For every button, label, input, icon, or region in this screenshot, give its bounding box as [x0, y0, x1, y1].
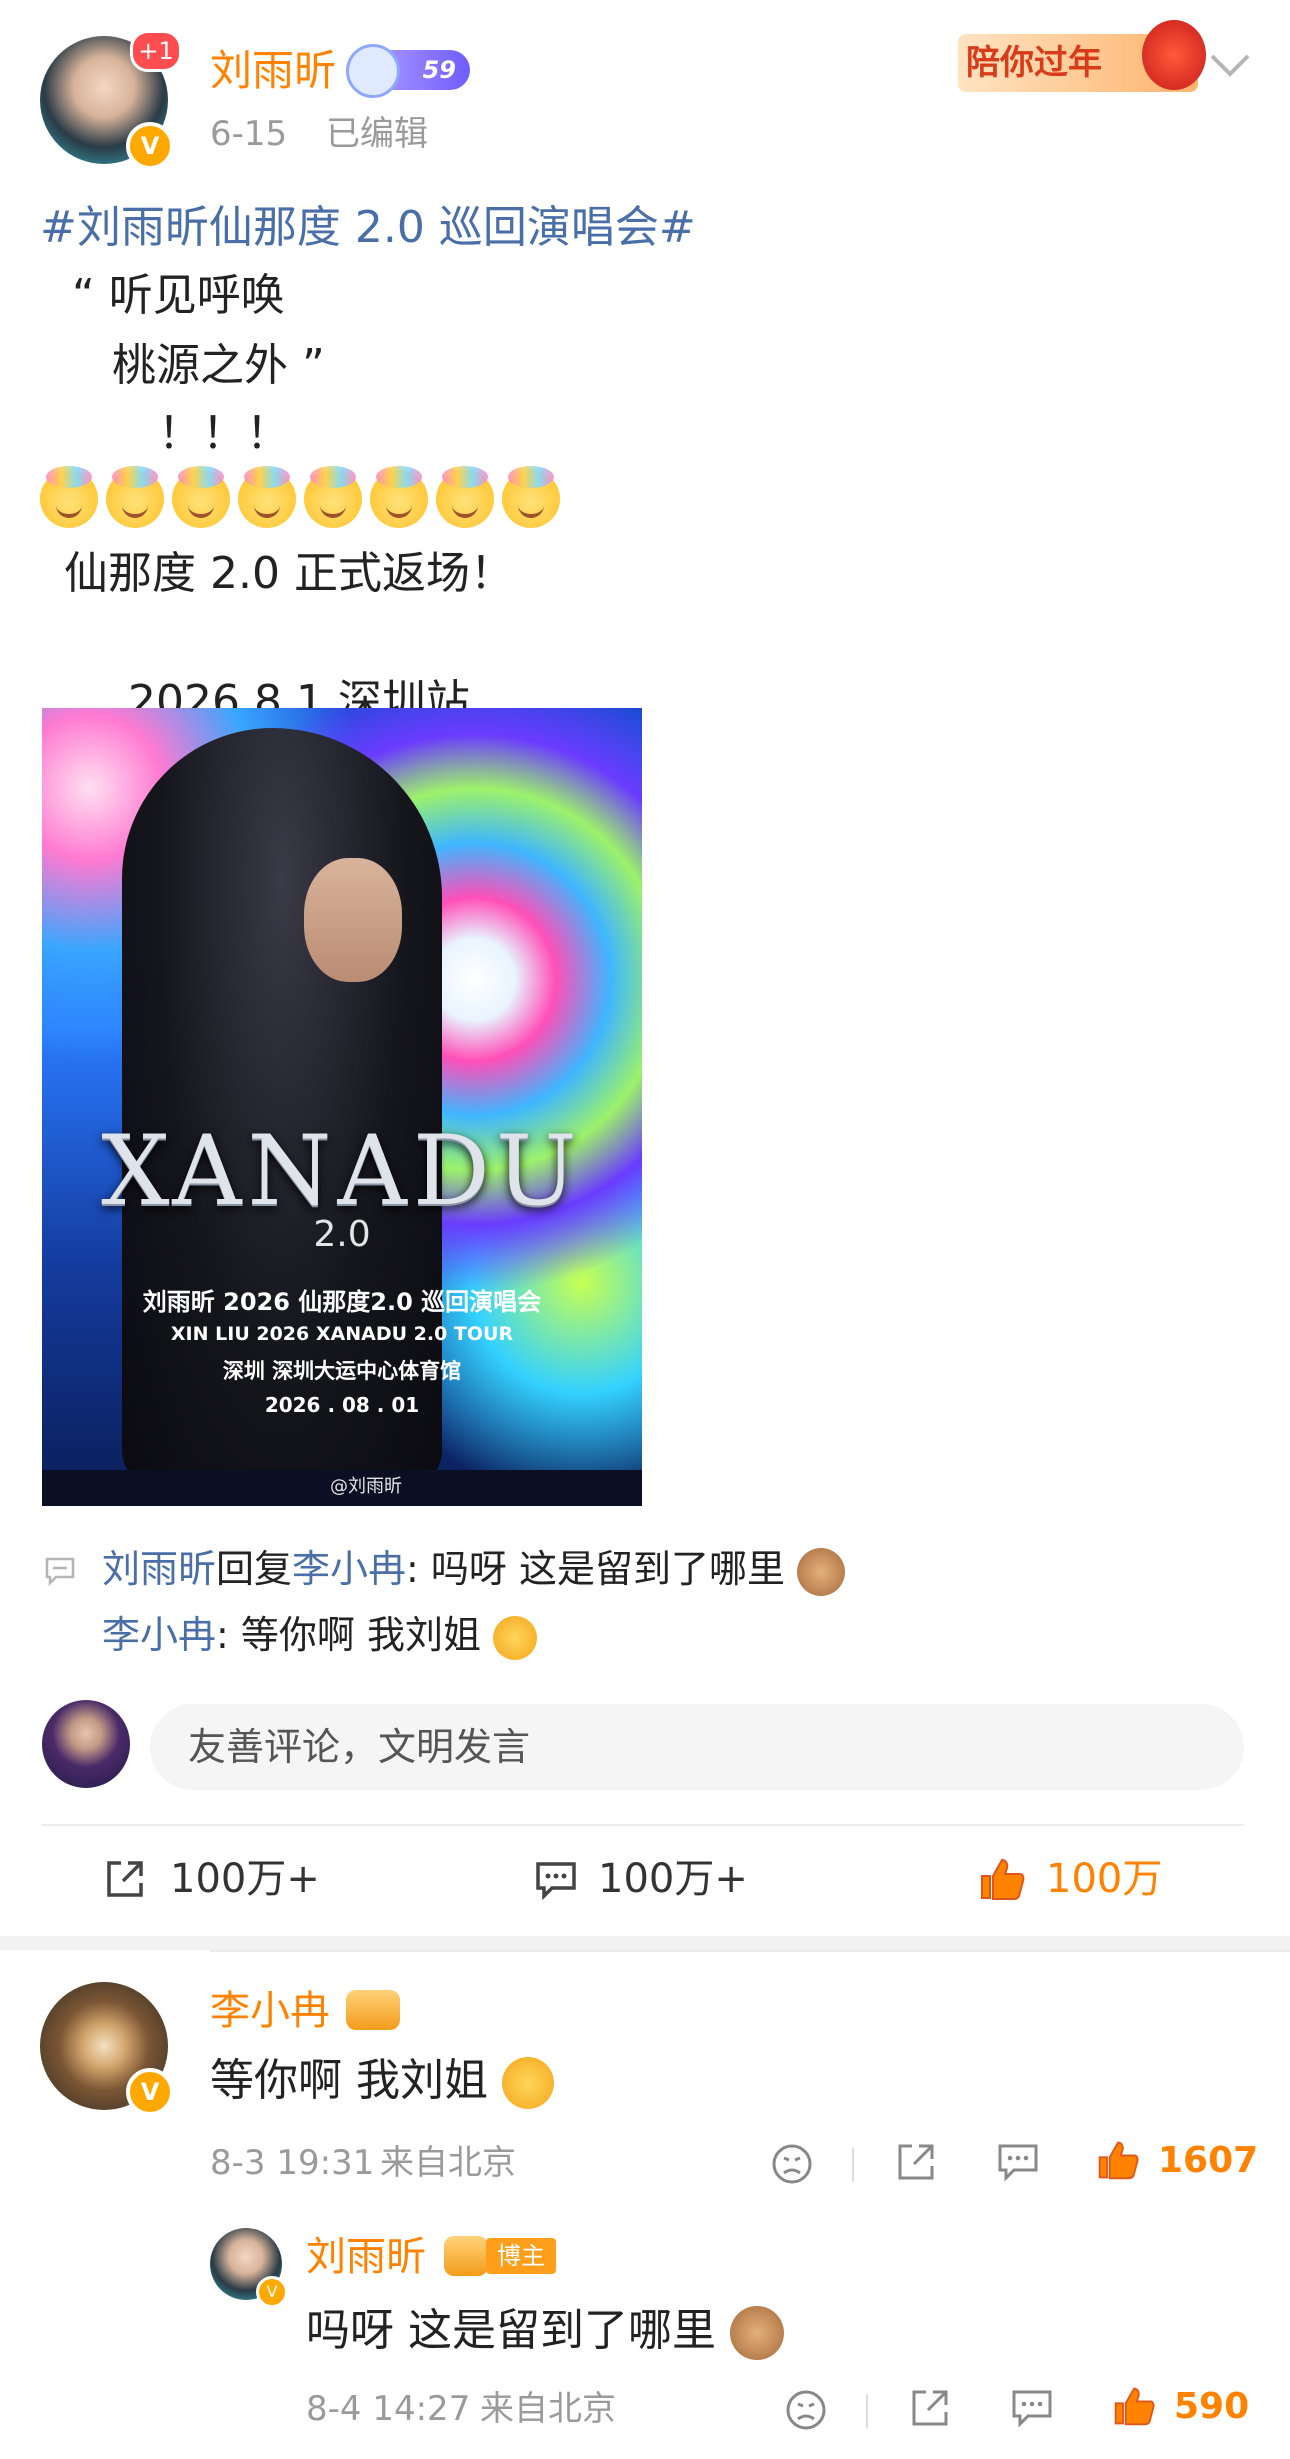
comment-2-location: 来自北京: [480, 2389, 616, 2429]
level-mascot-icon: [346, 44, 400, 98]
poster-date: 2026 . 08 . 01: [264, 1393, 420, 1417]
divider-1: [42, 1824, 1244, 1826]
comment-1-author[interactable]: 李小冉: [210, 1984, 330, 2038]
poster-logo: XANADU: [101, 1115, 583, 1227]
smile-emoji-icon: [370, 466, 428, 528]
smile-emoji-icon: [40, 466, 98, 528]
comment-2-crown-icon: [444, 2236, 488, 2276]
comment-1-share-icon[interactable]: [894, 2140, 938, 2184]
poster-logo-sub: 2.0: [313, 1214, 371, 1255]
repost-count: 100万+: [170, 1856, 320, 1902]
verified-badge: V: [126, 122, 174, 170]
shy-emoji-icon: [502, 2057, 554, 2109]
emoji-row: [40, 466, 600, 534]
face: [304, 858, 402, 982]
divider-2: [210, 1950, 1290, 1952]
comment-2-separator: [866, 2394, 868, 2428]
post-line-3: ！！！: [158, 408, 290, 459]
repost-button[interactable]: 100万+: [100, 1848, 380, 1910]
comment-2-dislike-icon[interactable]: [784, 2388, 828, 2432]
thumbs-up-icon: [1098, 2141, 1139, 2180]
author-name[interactable]: 刘雨昕: [210, 44, 336, 98]
comment-2-text: 吗呀 这是留到了哪里: [306, 2300, 784, 2362]
post-edited: 已编辑: [326, 114, 428, 154]
comment-button[interactable]: 100万+: [530, 1848, 810, 1910]
preview-comment-2-author[interactable]: 李小冉: [102, 1613, 216, 1657]
smile-emoji-icon: [238, 466, 296, 528]
thumbs-up-icon: [1114, 2387, 1155, 2426]
comment-1-like-button[interactable]: 1607: [1096, 2132, 1259, 2190]
smile-emoji-icon: [436, 466, 494, 528]
poster-venue: 深圳 深圳大运中心体育馆: [222, 1359, 462, 1383]
notify-badge: +1: [130, 30, 182, 72]
repost-icon: [107, 1861, 143, 1897]
comment-input-placeholder: 友善评论，文明发言: [188, 1725, 531, 1769]
post-line-4: 仙那度 2.0 正式返场！: [64, 548, 514, 599]
comment-count: 100万+: [598, 1856, 748, 1902]
smile-emoji-icon: [106, 466, 164, 528]
comment-1-time: 8-3 19:31: [210, 2143, 375, 2183]
comment-2-reply-icon[interactable]: [1010, 2388, 1054, 2430]
comment-2-like-count: 590: [1174, 2386, 1250, 2427]
comment-2-verified-badge: V: [256, 2276, 288, 2308]
poster-title-cn: 刘雨昕 2026 仙那度2.0 巡回演唱会: [142, 1288, 542, 1316]
smile-emoji-icon: [172, 466, 230, 528]
preview-comment-1-author[interactable]: 刘雨昕: [102, 1547, 216, 1591]
monkey-emoji-icon: [797, 1547, 846, 1596]
comment-icon: [536, 1862, 576, 1900]
holiday-badge-text: 陪你过年: [966, 43, 1102, 83]
comment-2-share-icon[interactable]: [908, 2386, 952, 2430]
post-hashtag[interactable]: #刘雨昕仙那度 2.0 巡回演唱会#: [40, 198, 696, 258]
like-button[interactable]: 100万: [976, 1848, 1236, 1910]
preview-comment-1-target[interactable]: 李小冉: [292, 1547, 406, 1591]
preview-comment-1-text: : 吗呀 这是留到了哪里: [406, 1547, 786, 1591]
section-gap: [0, 1936, 1290, 1950]
comment-1-text-body: 等你啊 我刘姐: [210, 2055, 488, 2106]
chevron-down-icon[interactable]: [1208, 50, 1252, 80]
level-value: 59: [422, 56, 456, 84]
smile-emoji-icon: [304, 466, 362, 528]
comment-1-location: 来自北京: [380, 2143, 516, 2183]
post-line-1: “ 听见呼唤: [72, 270, 285, 321]
monkey-emoji-icon: [730, 2306, 784, 2360]
comment-1-reply-icon[interactable]: [996, 2142, 1040, 2184]
preview-comment-2[interactable]: 李小冉: 等你啊 我刘姐: [102, 1608, 538, 1662]
my-avatar[interactable]: [42, 1700, 130, 1788]
comment-1-dislike-icon[interactable]: [770, 2142, 814, 2186]
comment-2-author[interactable]: 刘雨昕: [306, 2230, 426, 2284]
smile-emoji-icon: [502, 466, 560, 528]
post-line-2: 桃源之外 ”: [112, 340, 325, 391]
comment-1-verified-badge: V: [126, 2068, 174, 2116]
comment-input[interactable]: 友善评论，文明发言: [150, 1704, 1244, 1790]
comment-preview-icon: [45, 1557, 75, 1586]
thumbs-up-icon: [981, 1858, 1025, 1900]
comment-1-separator: [852, 2148, 854, 2182]
preview-comment-1[interactable]: 刘雨昕回复李小冉: 吗呀 这是留到了哪里: [102, 1542, 846, 1596]
like-count: 100万: [1046, 1856, 1163, 1902]
comment-1-text: 等你啊 我刘姐: [210, 2050, 554, 2112]
comment-1-like-count: 1607: [1158, 2140, 1259, 2181]
poster-title-en: XIN LIU 2026 XANADU 2.0 TOUR: [170, 1323, 514, 1345]
post-date: 6-15: [210, 114, 288, 154]
comment-2-time: 8-4 14:27: [306, 2389, 471, 2429]
holiday-badge[interactable]: 陪你过年: [958, 20, 1206, 92]
author-badge: 博主: [486, 2238, 556, 2274]
shy-emoji-icon: [493, 1615, 538, 1660]
comment-2-text-body: 吗呀 这是留到了哪里: [306, 2305, 716, 2356]
poster-watermark: @刘雨昕: [330, 1476, 402, 1497]
preview-comment-2-text: : 等你啊 我刘姐: [216, 1613, 481, 1657]
poster-image[interactable]: XANADU 2.0 刘雨昕 2026 仙那度2.0 巡回演唱会 XIN LIU…: [42, 708, 642, 1506]
preview-comment-1-reply: 回复: [216, 1547, 293, 1591]
crown-icon: [346, 1990, 400, 2030]
comment-2-like-button[interactable]: 590: [1112, 2378, 1262, 2436]
lantern-icon: [1142, 20, 1206, 90]
